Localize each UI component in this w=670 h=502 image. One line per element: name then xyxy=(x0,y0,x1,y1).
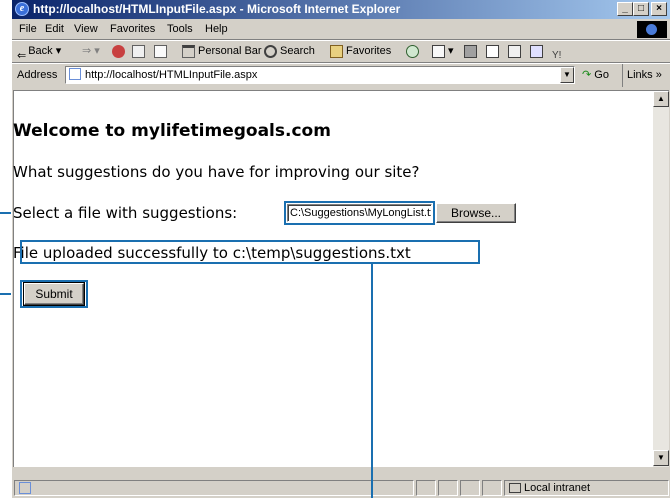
callout-line-status xyxy=(371,264,373,498)
status-panel-5 xyxy=(482,480,502,496)
address-dropdown-icon[interactable]: ▼ xyxy=(560,67,574,83)
stop-button[interactable] xyxy=(112,40,128,62)
callout-submit xyxy=(20,280,88,308)
go-label: Go xyxy=(594,69,609,81)
back-arrow-icon: ⇐ xyxy=(17,49,27,62)
scroll-down-icon[interactable]: ▼ xyxy=(653,450,669,466)
refresh-icon xyxy=(132,44,145,58)
back-button[interactable]: ⇐ Back ▾ xyxy=(17,40,61,62)
status-panel-2 xyxy=(416,480,436,496)
history-icon xyxy=(406,44,419,58)
question-text: What suggestions do you have for improvi… xyxy=(13,163,420,181)
mail-button[interactable]: ▾ xyxy=(432,40,454,62)
favorites-label: Favorites xyxy=(346,45,392,57)
favorites-folder-icon xyxy=(330,44,343,58)
callout-line-file xyxy=(0,212,11,214)
search-button[interactable]: Search xyxy=(264,40,315,62)
status-panel-zone: Local intranet xyxy=(504,480,669,496)
mail-icon xyxy=(432,44,445,58)
callout-file-input xyxy=(284,201,435,225)
ie-throbber-icon xyxy=(637,21,667,38)
home-button[interactable] xyxy=(154,40,170,62)
maximize-button[interactable]: □ xyxy=(633,2,649,16)
search-icon xyxy=(264,44,277,58)
callout-status-message xyxy=(20,240,480,264)
stop-icon xyxy=(112,44,125,58)
intranet-icon xyxy=(509,483,521,494)
favorites-button[interactable]: Favorites xyxy=(330,40,391,62)
address-bar: Address http://localhost/HTMLInputFile.a… xyxy=(12,64,670,87)
edit-icon xyxy=(486,44,499,58)
toolbar: ⇐ Back ▾ ⇒ ▾ Personal Bar Search Favorite… xyxy=(12,40,670,62)
browse-button[interactable]: Browse... xyxy=(436,203,516,223)
messenger-icon xyxy=(530,44,543,58)
menu-help[interactable]: Help xyxy=(205,20,228,39)
menu-favorites[interactable]: Favorites xyxy=(110,20,155,39)
window-title: http://localhost/HTMLInputFile.aspx - Mi… xyxy=(33,2,401,16)
history-button[interactable] xyxy=(406,40,422,62)
zone-label: Local intranet xyxy=(524,482,591,494)
minimize-button[interactable]: _ xyxy=(617,2,633,16)
discuss-icon xyxy=(508,44,521,58)
page-icon xyxy=(69,68,81,81)
personal-bar-icon xyxy=(182,44,195,58)
search-label: Search xyxy=(280,45,315,57)
menu-tools[interactable]: Tools xyxy=(167,20,193,39)
personal-bar-button[interactable]: Personal Bar xyxy=(182,40,262,62)
status-bar: Local intranet xyxy=(12,478,670,498)
address-input[interactable]: http://localhost/HTMLInputFile.aspx ▼ xyxy=(65,66,575,84)
menu-edit[interactable]: Edit xyxy=(45,20,64,39)
personal-bar-label: Personal Bar xyxy=(198,45,262,57)
address-url: http://localhost/HTMLInputFile.aspx xyxy=(85,69,258,81)
menu-view[interactable]: View xyxy=(74,20,98,39)
menu-bar: File Edit View Favorites Tools Help xyxy=(12,20,670,39)
status-panel-main xyxy=(14,480,414,496)
menu-file[interactable]: File xyxy=(19,20,37,39)
ie-icon: e xyxy=(15,2,29,16)
scroll-up-icon[interactable]: ▲ xyxy=(653,91,669,107)
status-panel-3 xyxy=(438,480,458,496)
discuss-button[interactable] xyxy=(508,40,524,62)
home-icon xyxy=(154,44,167,58)
print-button[interactable] xyxy=(464,40,480,62)
back-label: Back xyxy=(28,45,53,57)
close-button[interactable]: × xyxy=(651,2,667,16)
vertical-scrollbar[interactable]: ▲ ▼ xyxy=(653,90,669,467)
page-content xyxy=(13,90,654,467)
messenger-button[interactable] xyxy=(530,40,546,62)
status-panel-4 xyxy=(460,480,480,496)
edit-button[interactable] xyxy=(486,40,502,62)
forward-button[interactable]: ⇒ ▾ xyxy=(82,40,100,62)
file-label: Select a file with suggestions: xyxy=(13,204,238,222)
address-label: Address xyxy=(17,69,58,81)
title-bar: e http://localhost/HTMLInputFile.aspx - … xyxy=(12,0,670,19)
yahoo-icon: Y! xyxy=(552,49,562,61)
yahoo-button[interactable]: Y! xyxy=(552,40,564,62)
print-icon xyxy=(464,44,477,58)
refresh-button[interactable] xyxy=(132,40,148,62)
go-arrow-icon: ↷ xyxy=(582,69,592,81)
go-button[interactable]: ↷ Go xyxy=(582,64,609,87)
status-page-icon xyxy=(19,482,31,494)
page-heading: Welcome to mylifetimegoals.com xyxy=(13,121,331,141)
links-button[interactable]: Links » xyxy=(622,64,662,87)
